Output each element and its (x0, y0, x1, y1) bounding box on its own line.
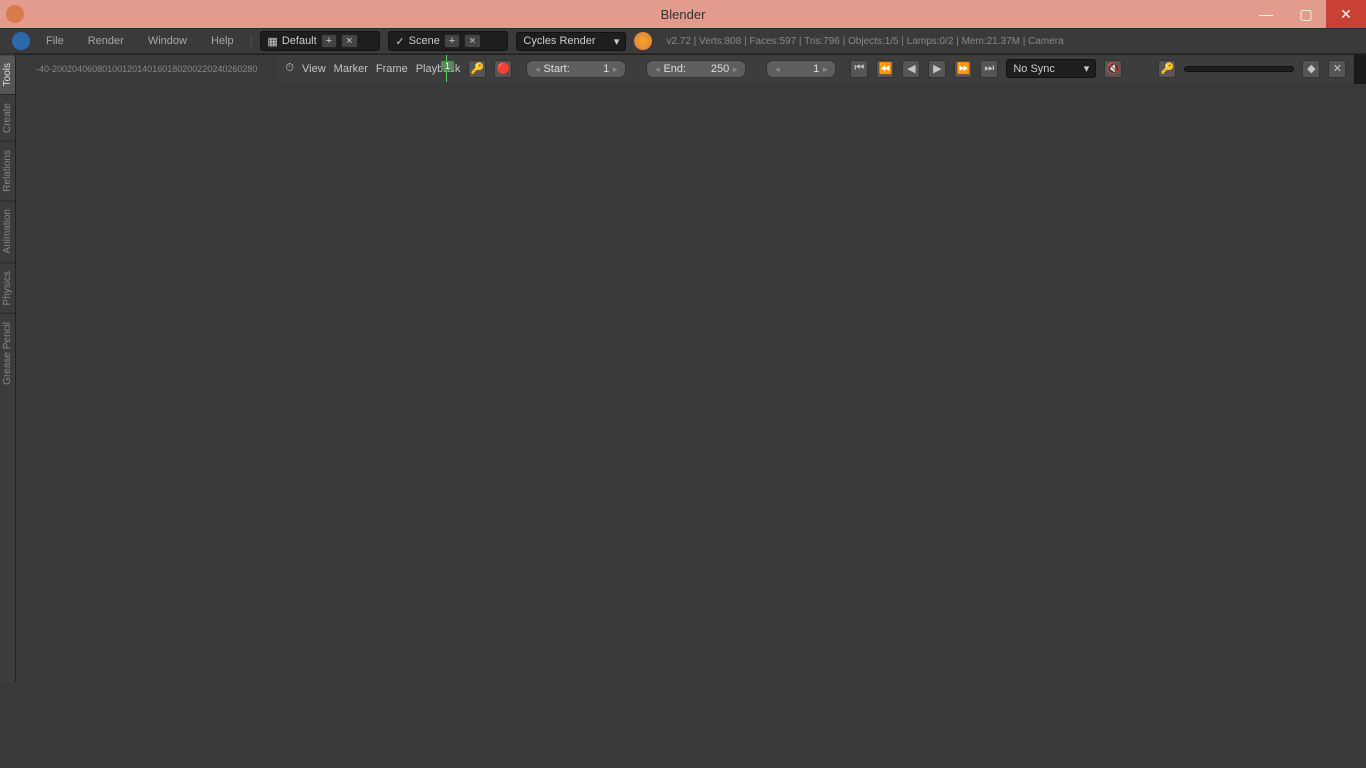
history-header[interactable]: History (15, 272, 16, 293)
tab-grease-pencil[interactable]: Grease Pencil (0, 313, 15, 393)
timeline-tick: 200 (182, 64, 197, 74)
blender-logo-icon (634, 32, 652, 50)
delete-scene-button[interactable]: × (464, 34, 480, 48)
timeline-tick: -40 (36, 64, 49, 74)
render-engine-name: Cycles Render (523, 35, 595, 47)
render-engine-selector[interactable]: Cycles Render ▾ (516, 32, 626, 51)
current-frame[interactable]: 1 (766, 60, 836, 78)
key-delete-icon[interactable]: ✕ (1328, 60, 1346, 78)
menu-file[interactable]: File (38, 35, 72, 47)
timeline-tick: 80 (97, 64, 107, 74)
end-frame[interactable]: End:250 (646, 60, 746, 78)
tl-menu-frame[interactable]: Frame (376, 63, 408, 75)
tab-tools[interactable]: Tools (0, 54, 15, 94)
timeline-tick: 120 (122, 64, 137, 74)
scene-name: Scene (409, 35, 440, 47)
add-layout-button[interactable]: + (321, 34, 337, 48)
play-icon[interactable]: ▶ (928, 60, 946, 78)
timeline-tick: 20 (67, 64, 77, 74)
tl-menu-view[interactable]: View (302, 63, 326, 75)
edit-header[interactable]: Edit (15, 171, 16, 192)
tool-shelf: Transform Translate Rotate Scale Mirror … (15, 54, 16, 682)
jump-start-icon[interactable]: ⏮ (850, 60, 868, 78)
keyframe-prev-icon[interactable]: ⏪ (876, 60, 894, 78)
keying-set-selector[interactable] (1184, 66, 1294, 72)
editor-type-icon[interactable] (12, 32, 30, 50)
timeline-tick: -20 (49, 64, 62, 74)
timeline-tick: 220 (197, 64, 212, 74)
keyframe-next-icon[interactable]: ⏩ (954, 60, 972, 78)
menu-render[interactable]: Render (80, 35, 132, 47)
timeline-tick: 180 (167, 64, 182, 74)
layout-preset-name: Default (282, 35, 317, 47)
constraint-x[interactable]: X (15, 561, 16, 579)
window-title: Blender (661, 7, 706, 22)
constraint-z[interactable]: Z (15, 597, 16, 615)
timeline-tick: 160 (152, 64, 167, 74)
tab-animation[interactable]: Animation (0, 200, 15, 261)
timeline-tick: 100 (107, 64, 122, 74)
window-titlebar: Blender — ▢ ✕ (0, 0, 1366, 28)
timeline-ruler[interactable]: -40-200204060801001201401601802002202402… (16, 54, 277, 82)
blender-icon (6, 5, 24, 23)
screen-layout-selector[interactable]: ▦ Default + × (260, 31, 380, 51)
timeline-cursor[interactable] (446, 55, 447, 82)
timeline-header: ⏱ View Marker Frame Playback 🔑 🔴 Start:1… (277, 54, 1354, 82)
timeline-tick: 260 (227, 64, 242, 74)
tab-relations[interactable]: Relations (0, 141, 15, 200)
menu-help[interactable]: Help (203, 35, 242, 47)
start-frame[interactable]: Start:1 (526, 60, 626, 78)
record-icon[interactable]: 🔴 (494, 60, 512, 78)
windows-taskbar: ⊞ 📁 ◉ ◯ ◯ Ⓤ ◈ ◉ ◉ 🎨 ▲ ⚑ 📶 🔊 6:10 AM 4/19… (1354, 54, 1366, 84)
close-button[interactable]: ✕ (1326, 0, 1366, 28)
timeline-tick: 40 (77, 64, 87, 74)
timeline-tick: 280 (242, 64, 257, 74)
jump-end-icon[interactable]: ⏭ (980, 60, 998, 78)
constraint-y[interactable]: Y (15, 579, 16, 597)
sync-selector[interactable]: No Sync▾ (1006, 59, 1096, 78)
timeline-editor-icon[interactable]: ⏱ (285, 62, 294, 75)
tab-create[interactable]: Create (0, 94, 15, 141)
vector-label: Vector (15, 414, 16, 433)
start-button[interactable]: ⊞ (1354, 54, 1366, 84)
timeline-tick: 140 (137, 64, 152, 74)
tab-physics[interactable]: Physics (0, 262, 15, 313)
audio-mute-icon[interactable]: 🔇 (1104, 60, 1122, 78)
menu-window[interactable]: Window (140, 35, 195, 47)
redo-header[interactable]: Resize (15, 393, 16, 414)
orientation-label: Orientation (15, 615, 16, 634)
toolshelf-tabs: Tools Create Relations Animation Physics… (0, 54, 15, 682)
add-scene-button[interactable]: + (444, 34, 460, 48)
play-reverse-icon[interactable]: ◀ (902, 60, 920, 78)
timeline-tick: 60 (87, 64, 97, 74)
scene-selector[interactable]: ✓ Scene + × (388, 31, 508, 51)
tl-menu-marker[interactable]: Marker (334, 63, 368, 75)
info-header: File Render Window Help | ▦ Default + × … (0, 28, 1366, 54)
auto-key-icon[interactable]: 🔑 (468, 60, 486, 78)
constraint-label: Constraint Axis (15, 531, 16, 561)
delete-layout-button[interactable]: × (341, 34, 357, 48)
scene-stats: v2.72 | Verts:808 | Faces:597 | Tris:796… (666, 36, 1063, 47)
minimize-button[interactable]: — (1246, 0, 1286, 28)
keying-set-icon[interactable]: 🔑 (1158, 60, 1176, 78)
maximize-button[interactable]: ▢ (1286, 0, 1326, 28)
key-insert-icon[interactable]: ◆ (1302, 60, 1320, 78)
timeline-tick: 240 (212, 64, 227, 74)
